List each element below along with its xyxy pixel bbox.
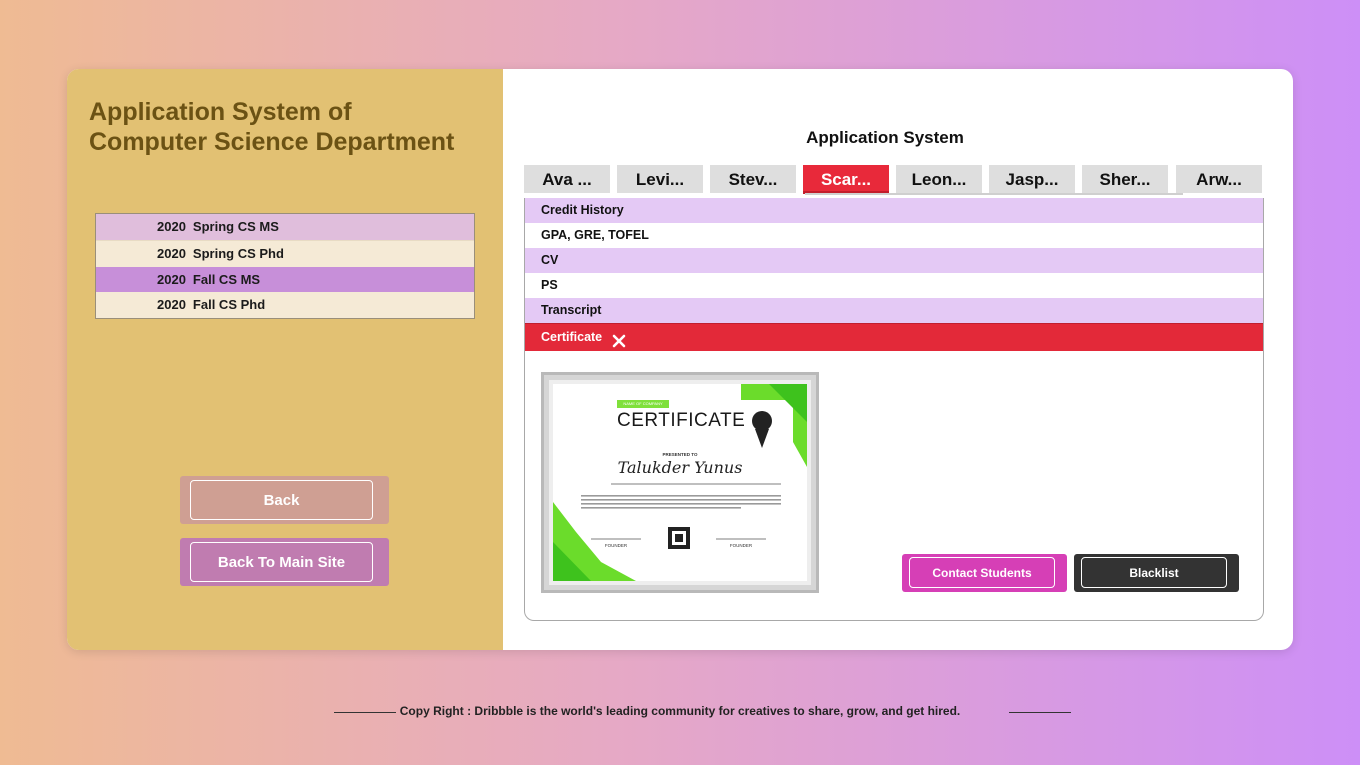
certificate-founder-left: FOUNDER: [604, 543, 628, 548]
doc-row-gpa-gre-tofel[interactable]: GPA, GRE, TOFEL: [525, 223, 1263, 248]
tab-student-leon[interactable]: Leon...: [896, 165, 982, 193]
back-to-main-site-button[interactable]: Back To Main Site: [180, 538, 389, 586]
back-to-main-site-label: Back To Main Site: [190, 542, 373, 582]
footer: Copy Right : Dribbble is the world's lea…: [0, 704, 1360, 720]
tab-divider: [805, 193, 1183, 195]
tab-student-scar[interactable]: Scar...: [803, 165, 889, 194]
main-panel: Application System Ava ... Levi... Stev.…: [503, 69, 1293, 650]
certificate-frame: [541, 372, 819, 593]
tab-student-arw[interactable]: Arw...: [1176, 165, 1262, 193]
tab-student-jasp[interactable]: Jasp...: [989, 165, 1075, 193]
doc-row-ps[interactable]: PS: [525, 273, 1263, 298]
blacklist-label: Blacklist: [1081, 557, 1227, 588]
certificate-heading: CERTIFICATE: [617, 410, 746, 431]
program-label: Spring CS MS: [192, 219, 279, 234]
program-item-fall-cs-phd[interactable]: 2020 Fall CS Phd: [96, 292, 474, 318]
program-label: Fall CS MS: [192, 271, 261, 287]
back-button-label: Back: [190, 480, 373, 520]
tab-student-ava[interactable]: Ava ...: [524, 165, 610, 193]
doc-row-credit-history[interactable]: Credit History: [525, 198, 1263, 223]
left-sidebar: Application System of Computer Science D…: [67, 69, 503, 650]
doc-row-certificate[interactable]: Certificate: [525, 323, 1263, 351]
program-label: Spring CS Phd: [192, 245, 284, 261]
back-button[interactable]: Back: [180, 476, 389, 524]
student-tabs: Ava ... Levi... Stev... Scar... Leon... …: [524, 165, 1264, 195]
certificate-presented-to: PRESENTED TO: [662, 452, 698, 457]
department-title-line-2: Computer Science Department: [89, 128, 455, 156]
program-year: 2020: [157, 271, 186, 287]
footer-copyright: Copy Right : Dribbble is the world's lea…: [399, 704, 961, 718]
program-list: 2020 Spring CS MS 2020 Spring CS Phd 2020 F…: [95, 213, 475, 319]
footer-rule-right: [1009, 712, 1071, 713]
certificate-recipient: Talukder Yunus: [617, 458, 743, 477]
certificate-image: NAME OF COMPANY CERTIFICATE PRESENTED TO…: [541, 372, 819, 593]
doc-row-cv[interactable]: CV: [525, 248, 1263, 273]
department-title: Application System of Computer Science D…: [89, 97, 489, 157]
documents-panel: Credit History GPA, GRE, TOFEL CV PS Tra…: [524, 198, 1264, 621]
tab-student-levi[interactable]: Levi...: [617, 165, 703, 193]
program-label: Fall CS Phd: [192, 297, 266, 313]
doc-row-transcript[interactable]: Transcript: [525, 298, 1263, 323]
page-title: Application System: [806, 128, 964, 147]
app-window: Application System of Computer Science D…: [67, 69, 1293, 650]
tab-student-stev[interactable]: Stev...: [710, 165, 796, 193]
program-item-fall-cs-ms[interactable]: 2020 Fall CS MS: [96, 266, 474, 293]
certificate-company: NAME OF COMPANY: [623, 401, 663, 406]
certificate-founder-right: FOUNDER: [729, 543, 753, 548]
program-year: 2020: [157, 297, 186, 313]
program-year: 2020: [157, 245, 186, 261]
program-item-spring-cs-ms[interactable]: 2020 Spring CS MS: [96, 214, 474, 240]
blacklist-button[interactable]: Blacklist: [1074, 554, 1239, 592]
doc-row-certificate-label: Certificate: [541, 330, 603, 344]
department-title-line-1: Application System of: [89, 98, 352, 126]
program-item-spring-cs-phd[interactable]: 2020 Spring CS Phd: [96, 239, 474, 267]
contact-students-label: Contact Students: [909, 557, 1055, 588]
tab-student-sher[interactable]: Sher...: [1082, 165, 1168, 193]
program-year: 2020: [157, 219, 186, 234]
close-icon[interactable]: [612, 331, 626, 347]
contact-students-button[interactable]: Contact Students: [902, 554, 1067, 592]
